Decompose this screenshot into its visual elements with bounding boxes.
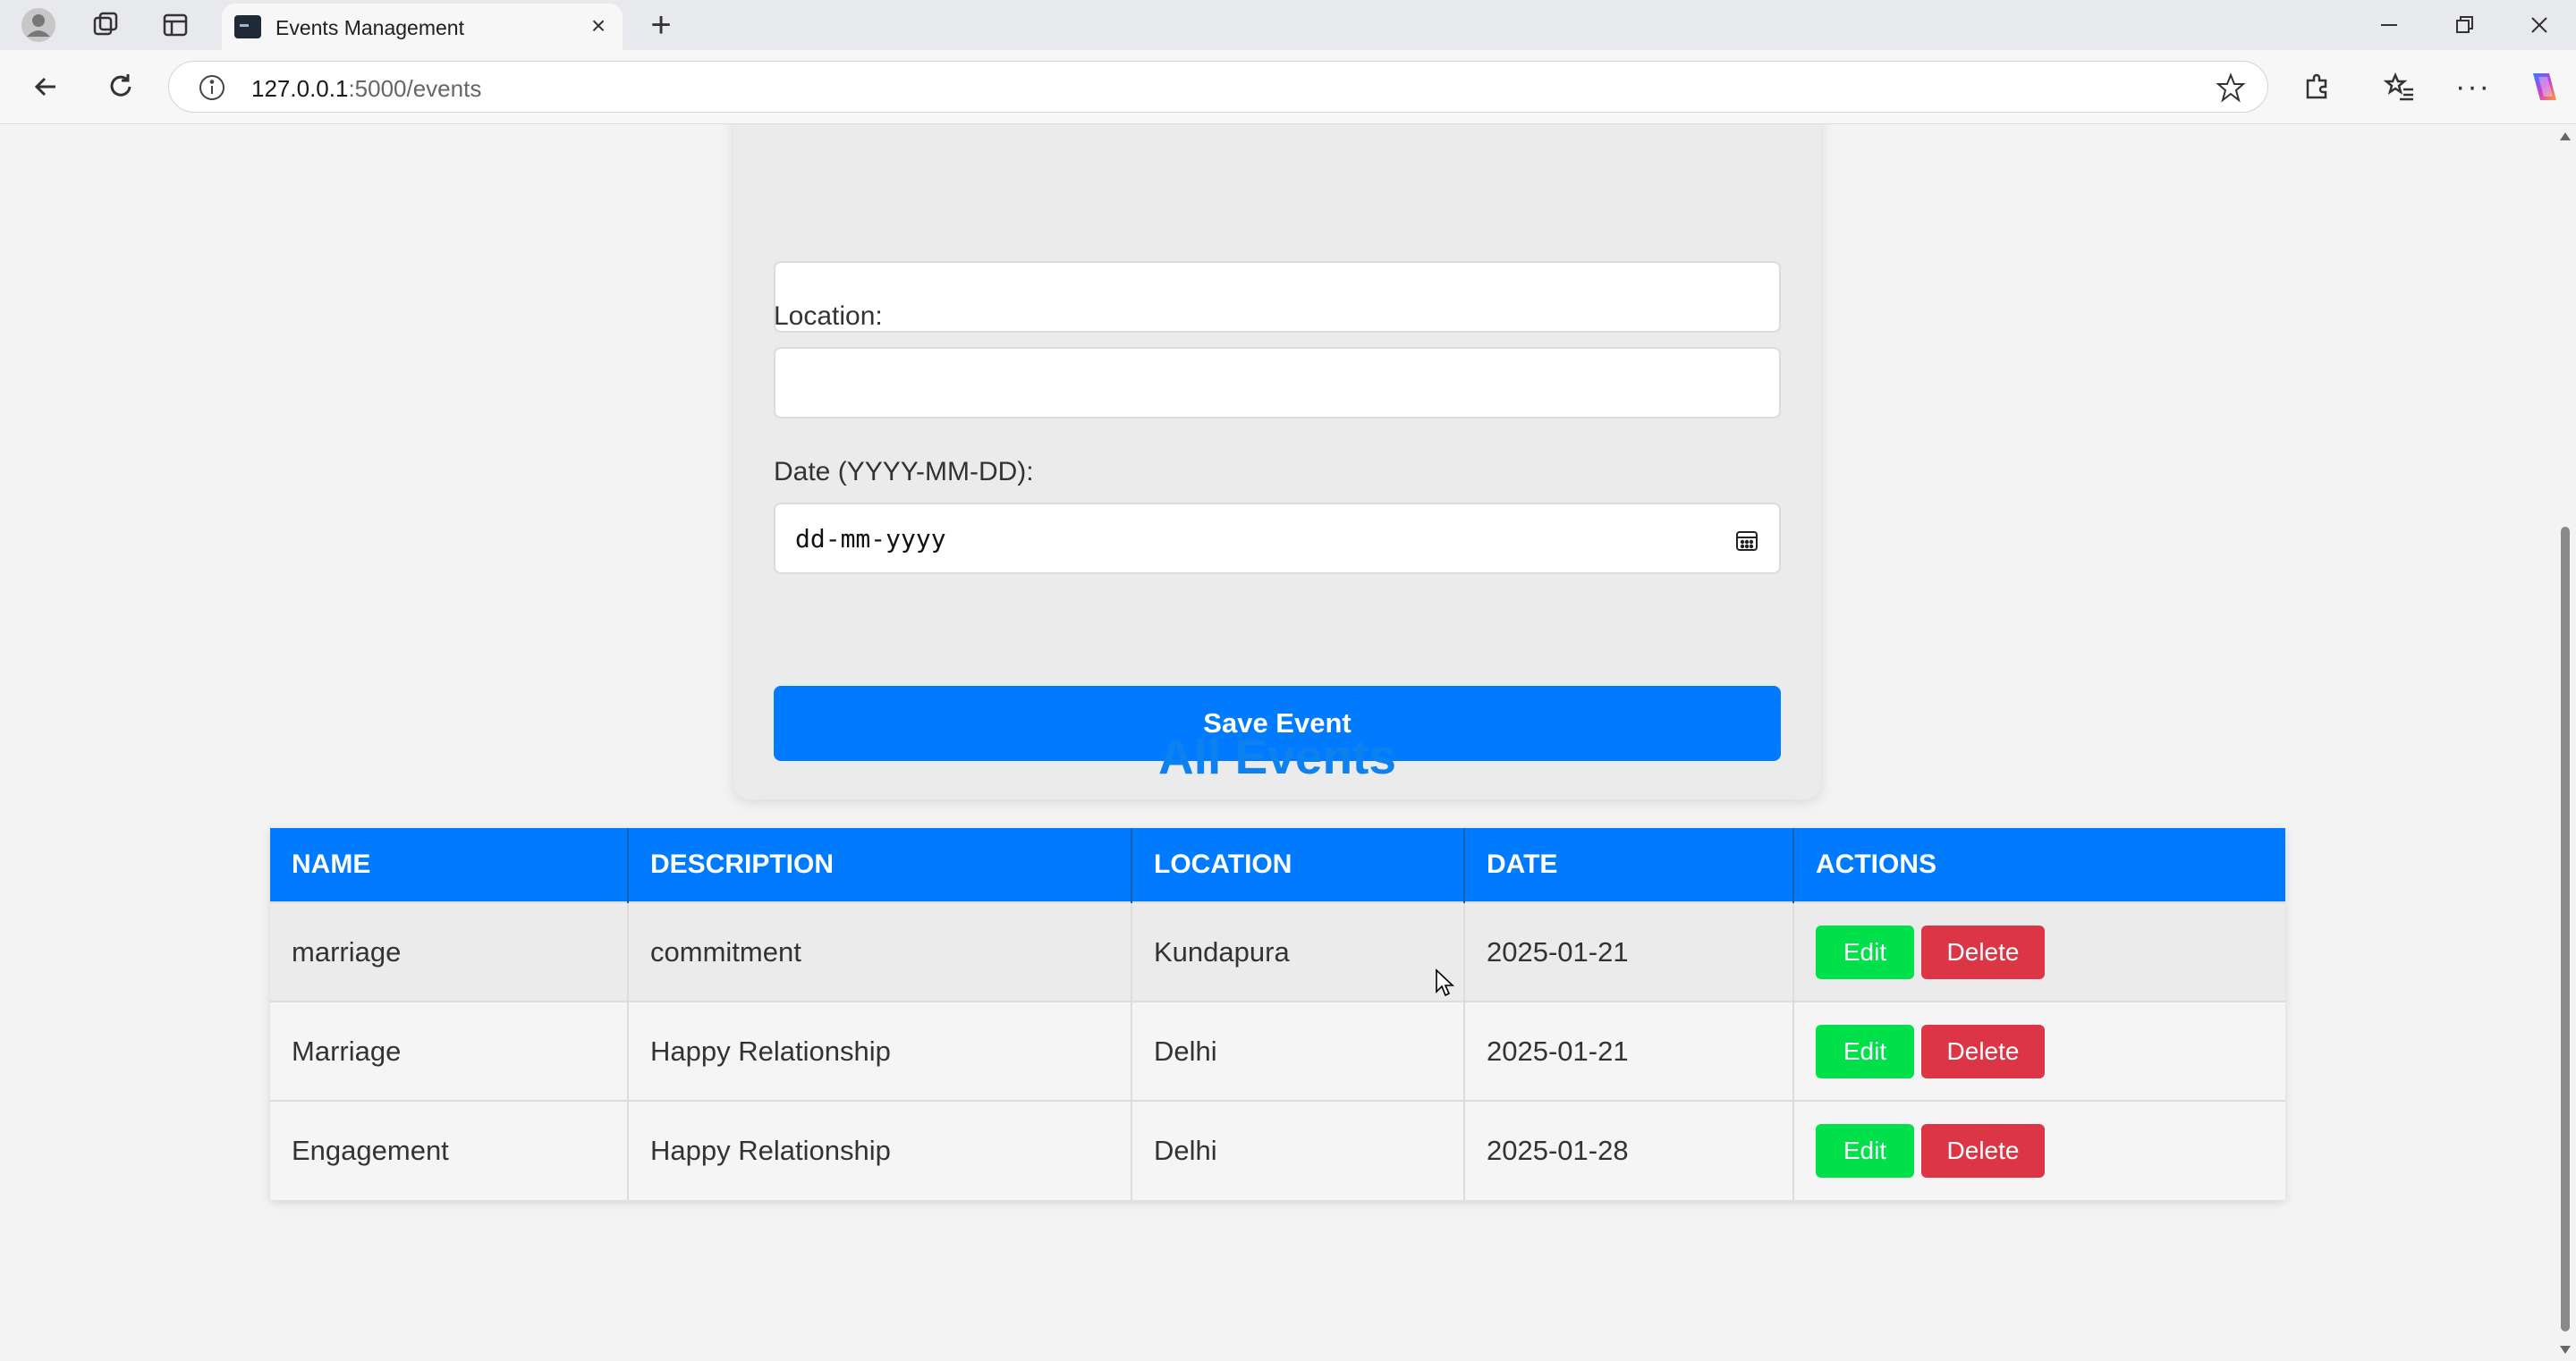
table-row: Engagement Happy Relationship Delhi 2025…: [270, 1100, 2285, 1200]
url-text: 127.0.0.1:5000/events: [251, 75, 482, 102]
restore-icon[interactable]: [2426, 0, 2503, 50]
tab-title: Events Management: [275, 16, 464, 39]
tab-close-icon[interactable]: ×: [585, 13, 612, 39]
tab-favicon-icon: [234, 15, 261, 38]
refresh-icon[interactable]: [98, 62, 143, 112]
table-row: Marriage Happy Relationship Delhi 2025-0…: [270, 1001, 2285, 1101]
cell-name: marriage: [270, 901, 629, 1002]
address-bar[interactable]: 127.0.0.1:5000/events: [168, 61, 2268, 113]
header-actions: ACTIONS: [1793, 828, 2285, 902]
header-location: LOCATION: [1131, 828, 1465, 902]
calendar-icon[interactable]: [1734, 528, 1759, 553]
workspaces-icon[interactable]: [84, 0, 127, 50]
minimize-icon[interactable]: [2351, 0, 2428, 50]
cell-name: Marriage: [270, 1001, 629, 1101]
cell-date: 2025-01-21: [1464, 901, 1794, 1002]
favorites-icon[interactable]: [2377, 62, 2422, 112]
cell-location: Delhi: [1131, 1100, 1465, 1200]
scroll-up-icon[interactable]: [2559, 130, 2572, 146]
cell-description: commitment: [628, 901, 1132, 1002]
cell-name: Engagement: [270, 1100, 629, 1200]
location-label: Location:: [774, 301, 883, 331]
delete-button[interactable]: Delete: [1921, 925, 2045, 979]
cell-date: 2025-01-28: [1464, 1100, 1794, 1200]
edit-button[interactable]: Edit: [1816, 925, 1914, 979]
scroll-down-icon[interactable]: [2559, 1344, 2572, 1360]
events-heading: All Events: [1158, 729, 1396, 784]
page-scrollbar[interactable]: [2555, 124, 2576, 1361]
vertical-tabs-icon[interactable]: [154, 0, 197, 50]
cell-description: Happy Relationship: [628, 1001, 1132, 1101]
cell-actions: Edit Delete: [1793, 901, 2285, 1002]
header-date: DATE: [1464, 828, 1794, 902]
mouse-cursor-icon: [1435, 968, 1455, 999]
cell-actions: Edit Delete: [1793, 1100, 2285, 1200]
browser-toolbar: 127.0.0.1:5000/events ···: [0, 50, 2576, 124]
profile-icon[interactable]: [16, 0, 61, 50]
cell-date: 2025-01-21: [1464, 1001, 1794, 1101]
edit-button[interactable]: Edit: [1816, 1124, 1914, 1178]
date-input[interactable]: dd-mm-yyyy: [774, 503, 1781, 574]
table-header-row: NAME DESCRIPTION LOCATION DATE ACTIONS: [270, 828, 2285, 902]
date-label: Date (YYYY-MM-DD):: [774, 457, 1034, 486]
cell-description: Happy Relationship: [628, 1100, 1132, 1200]
back-icon[interactable]: [23, 62, 68, 112]
favorite-star-icon[interactable]: [2216, 72, 2246, 107]
browser-tab-active[interactable]: Events Management ×: [222, 4, 623, 50]
delete-button[interactable]: Delete: [1921, 1024, 2045, 1078]
close-window-icon[interactable]: [2501, 0, 2576, 50]
date-placeholder: dd-mm-yyyy: [795, 524, 946, 554]
site-info-icon[interactable]: [198, 73, 226, 106]
edit-button[interactable]: Edit: [1816, 1024, 1914, 1078]
cell-location: Kundapura: [1131, 901, 1465, 1002]
scrollbar-thumb[interactable]: [2561, 527, 2570, 1331]
location-input[interactable]: [774, 347, 1781, 418]
new-tab-icon[interactable]: +: [639, 0, 683, 50]
description-input[interactable]: [774, 261, 1781, 333]
cell-location: Delhi: [1131, 1001, 1465, 1101]
page-viewport: Location: Date (YYYY-MM-DD): dd-mm-yyyy …: [0, 124, 2555, 1361]
header-description: DESCRIPTION: [628, 828, 1132, 902]
event-form-card: Location: Date (YYYY-MM-DD): dd-mm-yyyy …: [733, 124, 1821, 799]
table-row: marriage commitment Kundapura 2025-01-21…: [270, 901, 2285, 1002]
header-name: NAME: [270, 828, 629, 902]
delete-button[interactable]: Delete: [1921, 1124, 2045, 1178]
browser-tab-strip: Events Management × +: [0, 0, 2576, 50]
events-table: NAME DESCRIPTION LOCATION DATE ACTIONS m…: [270, 828, 2285, 1200]
more-options-icon[interactable]: ···: [2451, 62, 2496, 112]
extensions-icon[interactable]: [2295, 62, 2340, 112]
copilot-icon[interactable]: [2522, 62, 2567, 112]
cell-actions: Edit Delete: [1793, 1001, 2285, 1101]
